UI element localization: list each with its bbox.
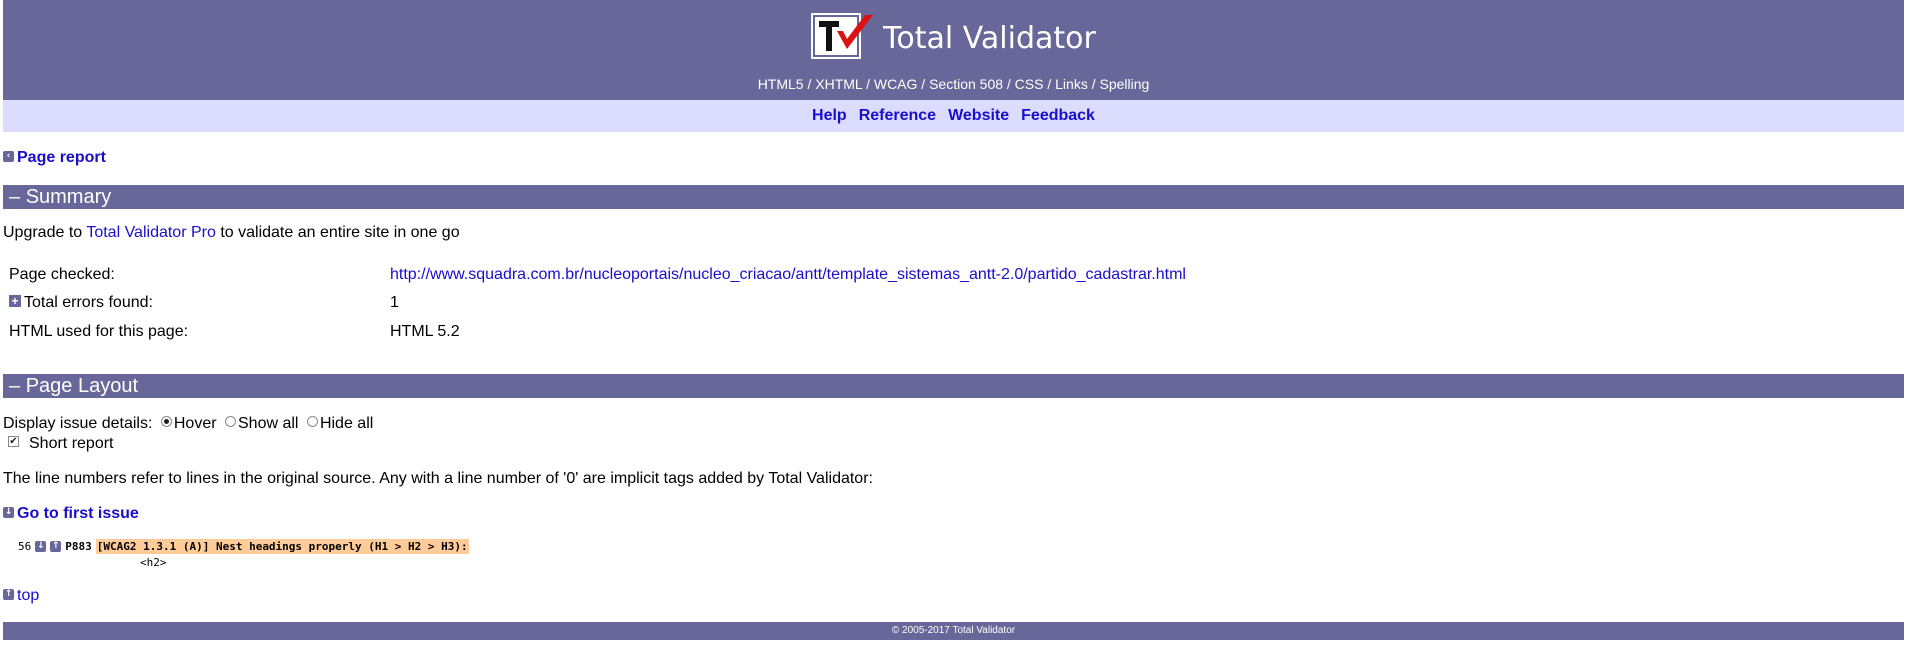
expand-plus-icon[interactable]: +: [9, 294, 21, 307]
collapse-icon: –: [9, 375, 21, 397]
short-report-checkbox[interactable]: ✔: [8, 436, 19, 448]
collapse-icon: –: [9, 186, 21, 208]
nav-reference-link[interactable]: Reference: [859, 107, 936, 125]
errors-label: Total errors found:: [24, 294, 153, 311]
page-checked-url[interactable]: http://www.squadra.com.br/nucleoportais/…: [390, 266, 1186, 284]
short-report-label[interactable]: Short report: [29, 435, 113, 452]
html-version-label: HTML used for this page:: [9, 323, 189, 340]
short-report-row: ✔ Short report: [8, 435, 113, 453]
nav-help-link[interactable]: Help: [812, 107, 847, 125]
upgrade-post: to validate an entire site in one go: [215, 224, 460, 241]
first-issue-row: ↓ Go to first issue: [3, 505, 139, 523]
summary-heading: Summary: [25, 186, 112, 208]
footer: © 2005-2017 Total Validator: [3, 622, 1904, 640]
site-header: Total Validator HTML5 / XHTML / WCAG / S…: [3, 0, 1904, 100]
nav-website-link[interactable]: Website: [948, 107, 1009, 125]
page-layout-header[interactable]: – Page Layout: [3, 374, 1904, 398]
page-checked-label: Page checked:: [9, 266, 115, 283]
prev-issue-up-icon[interactable]: ↑: [50, 541, 62, 552]
tagline: HTML5 / XHTML / WCAG / Section 508 / CSS…: [757, 76, 1150, 92]
down-arrow-icon: ↓: [3, 507, 14, 519]
nav-feedback-link[interactable]: Feedback: [1021, 107, 1095, 125]
issue-tag: <h2>: [140, 556, 167, 569]
top-link[interactable]: top: [17, 587, 39, 604]
html-version-value: HTML 5.2: [390, 323, 460, 340]
issue-message[interactable]: [WCAG2 1.3.1 (A)] Nest headings properly…: [95, 539, 469, 554]
hover-radio[interactable]: [160, 416, 172, 428]
page-report-link[interactable]: Page report: [17, 149, 106, 166]
issue-row: 56 ↓ ↑ P883 [WCAG2 1.3.1 (A)] Nest headi…: [18, 539, 469, 554]
back-arrow-icon: ‹: [3, 151, 14, 163]
up-arrow-icon: ↑: [3, 589, 14, 601]
brand: Total Validator: [3, 12, 1904, 64]
top-nav: Help Reference Website Feedback: [3, 100, 1904, 132]
issue-line-number: 56: [18, 540, 32, 553]
next-issue-down-icon[interactable]: ↓: [35, 541, 47, 552]
tv-checkmark-logo-icon: [811, 13, 877, 63]
line-number-note: The line numbers refer to lines in the o…: [3, 470, 873, 487]
display-options-row: Display issue details: Hover Show all Hi…: [3, 415, 373, 433]
go-to-first-issue-link[interactable]: Go to first issue: [17, 505, 139, 522]
display-label: Display issue details:: [3, 415, 153, 432]
page-report-row: ‹ Page report: [3, 149, 106, 167]
show-all-radio[interactable]: [225, 416, 236, 428]
app-title: Total Validator: [883, 20, 1096, 56]
upgrade-text: Upgrade to Total Validator Pro to valida…: [3, 224, 460, 242]
hide-all-label[interactable]: Hide all: [320, 415, 373, 432]
errors-row: + Total errors found:: [9, 294, 153, 312]
summary-header[interactable]: – Summary: [3, 185, 1904, 209]
errors-value: 1: [390, 294, 399, 311]
show-all-label[interactable]: Show all: [238, 415, 298, 432]
page-layout-heading: Page Layout: [25, 375, 139, 397]
top-row: ↑ top: [3, 587, 39, 605]
issue-code: P883: [65, 540, 92, 553]
hide-all-radio[interactable]: [306, 416, 318, 428]
upgrade-pro-link[interactable]: Total Validator Pro: [86, 224, 216, 241]
hover-label[interactable]: Hover: [174, 415, 217, 432]
upgrade-pre: Upgrade to: [3, 224, 87, 241]
